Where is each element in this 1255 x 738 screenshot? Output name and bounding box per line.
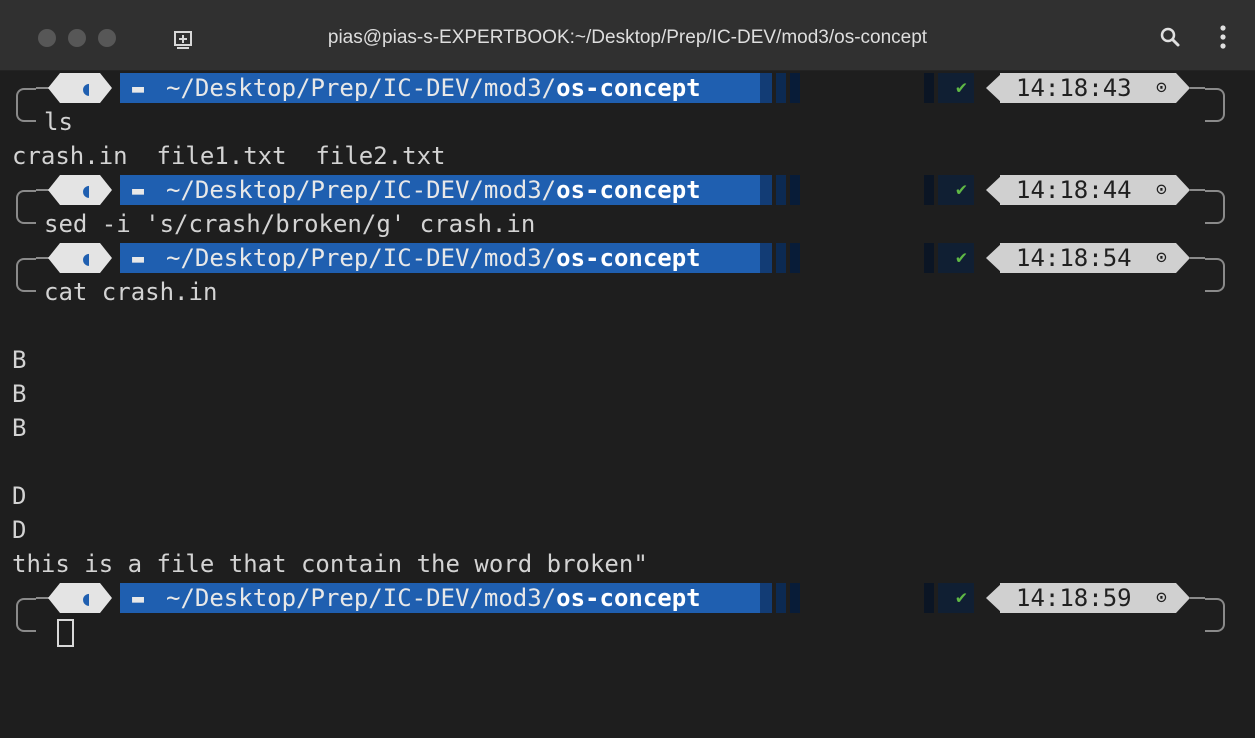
prompt-time: 14:18:59 [1016,584,1132,612]
prompt-frame-right [1205,258,1225,292]
kebab-menu-icon[interactable] [1218,24,1228,50]
folder-icon: ▬ [132,178,145,202]
terminal-content[interactable]: ◖ ▬ ~/Desktop/Prep/IC-DEV/mod3/os-concep… [0,71,1255,738]
path-fade [760,73,772,103]
output-line: D [12,482,27,510]
window-title: pias@pias-s-EXPERTBOOK:~/Desktop/Prep/IC… [327,27,928,48]
ubuntu-icon: ◖ [79,246,93,270]
prompt-frame-right [1205,190,1225,224]
path-fade [776,243,786,273]
prompt-frame-left [16,190,36,224]
check-icon: ✔ [956,247,967,268]
output-line: D [12,516,27,544]
output-line: B [12,346,27,374]
prompt-block: ◖ ▬ ~/Desktop/Prep/IC-DEV/mod3/os-concep… [0,241,1255,309]
path-fade [776,583,786,613]
output-line: this is a file that contain the word bro… [12,550,648,578]
path-fade [790,73,800,103]
close-window-button[interactable] [38,29,56,47]
path-fade [760,583,772,613]
prompt-frame-left [16,88,36,122]
path-fade [776,175,786,205]
time-arrow [1176,583,1190,613]
path-fade [776,73,786,103]
output-line: B [12,380,27,408]
ubuntu-icon: ◖ [79,178,93,202]
prompt-frame-right [1205,598,1225,632]
clock-icon: ⊙ [1156,77,1167,98]
folder-icon: ▬ [132,246,145,270]
ubuntu-icon: ◖ [79,586,93,610]
title-bar: pias@pias-s-EXPERTBOOK:~/Desktop/Prep/IC… [0,0,1255,71]
clock-icon: ⊙ [1156,179,1167,200]
prompt-frame-left [16,598,36,632]
prompt-frame-right [1205,88,1225,122]
prompt-time: 14:18:43 [1016,74,1132,102]
prompt-connector [1190,257,1205,259]
path-fade [790,243,800,273]
path-fade [790,583,800,613]
folder-icon: ▬ [132,586,145,610]
clock-icon: ⊙ [1156,587,1167,608]
text-cursor [57,619,74,647]
check-icon: ✔ [956,77,967,98]
prompt-path: ~/Desktop/Prep/IC-DEV/mod3/os-concept [166,74,701,102]
minimize-window-button[interactable] [68,29,86,47]
output-line: B [12,414,27,442]
prompt-path: ~/Desktop/Prep/IC-DEV/mod3/os-concept [166,584,701,612]
output-line: crash.in file1.txt file2.txt [12,142,446,170]
check-icon: ✔ [956,587,967,608]
prompt-time: 14:18:54 [1016,244,1132,272]
new-tab-icon[interactable] [172,27,194,49]
ubuntu-icon: ◖ [79,76,93,100]
search-icon[interactable] [1158,25,1182,49]
time-arrow [1176,175,1190,205]
status-fade [924,583,934,613]
status-fade [924,175,934,205]
status-fade [924,243,934,273]
folder-icon: ▬ [132,76,145,100]
prompt-path: ~/Desktop/Prep/IC-DEV/mod3/os-concept [166,176,701,204]
status-fade [924,73,934,103]
prompt-path: ~/Desktop/Prep/IC-DEV/mod3/os-concept [166,244,701,272]
prompt-connector [1190,189,1205,191]
command-text: sed -i 's/crash/broken/g' crash.in [44,210,536,238]
path-fade [760,243,772,273]
prompt-connector [1190,597,1205,599]
time-arrow [1176,73,1190,103]
prompt-time: 14:18:44 [1016,176,1132,204]
check-icon: ✔ [956,179,967,200]
path-fade [790,175,800,205]
prompt-frame-left [16,258,36,292]
prompt-block: ◖ ▬ ~/Desktop/Prep/IC-DEV/mod3/os-concep… [0,581,1255,649]
command-text: cat crash.in [44,278,218,306]
prompt-block: ◖ ▬ ~/Desktop/Prep/IC-DEV/mod3/os-concep… [0,173,1255,241]
clock-icon: ⊙ [1156,247,1167,268]
prompt-block: ◖ ▬ ~/Desktop/Prep/IC-DEV/mod3/os-concep… [0,71,1255,139]
time-arrow [1176,243,1190,273]
command-text: ls [44,108,73,136]
prompt-connector [1190,87,1205,89]
maximize-window-button[interactable] [98,29,116,47]
path-fade [760,175,772,205]
terminal-window: pias@pias-s-EXPERTBOOK:~/Desktop/Prep/IC… [0,0,1255,738]
